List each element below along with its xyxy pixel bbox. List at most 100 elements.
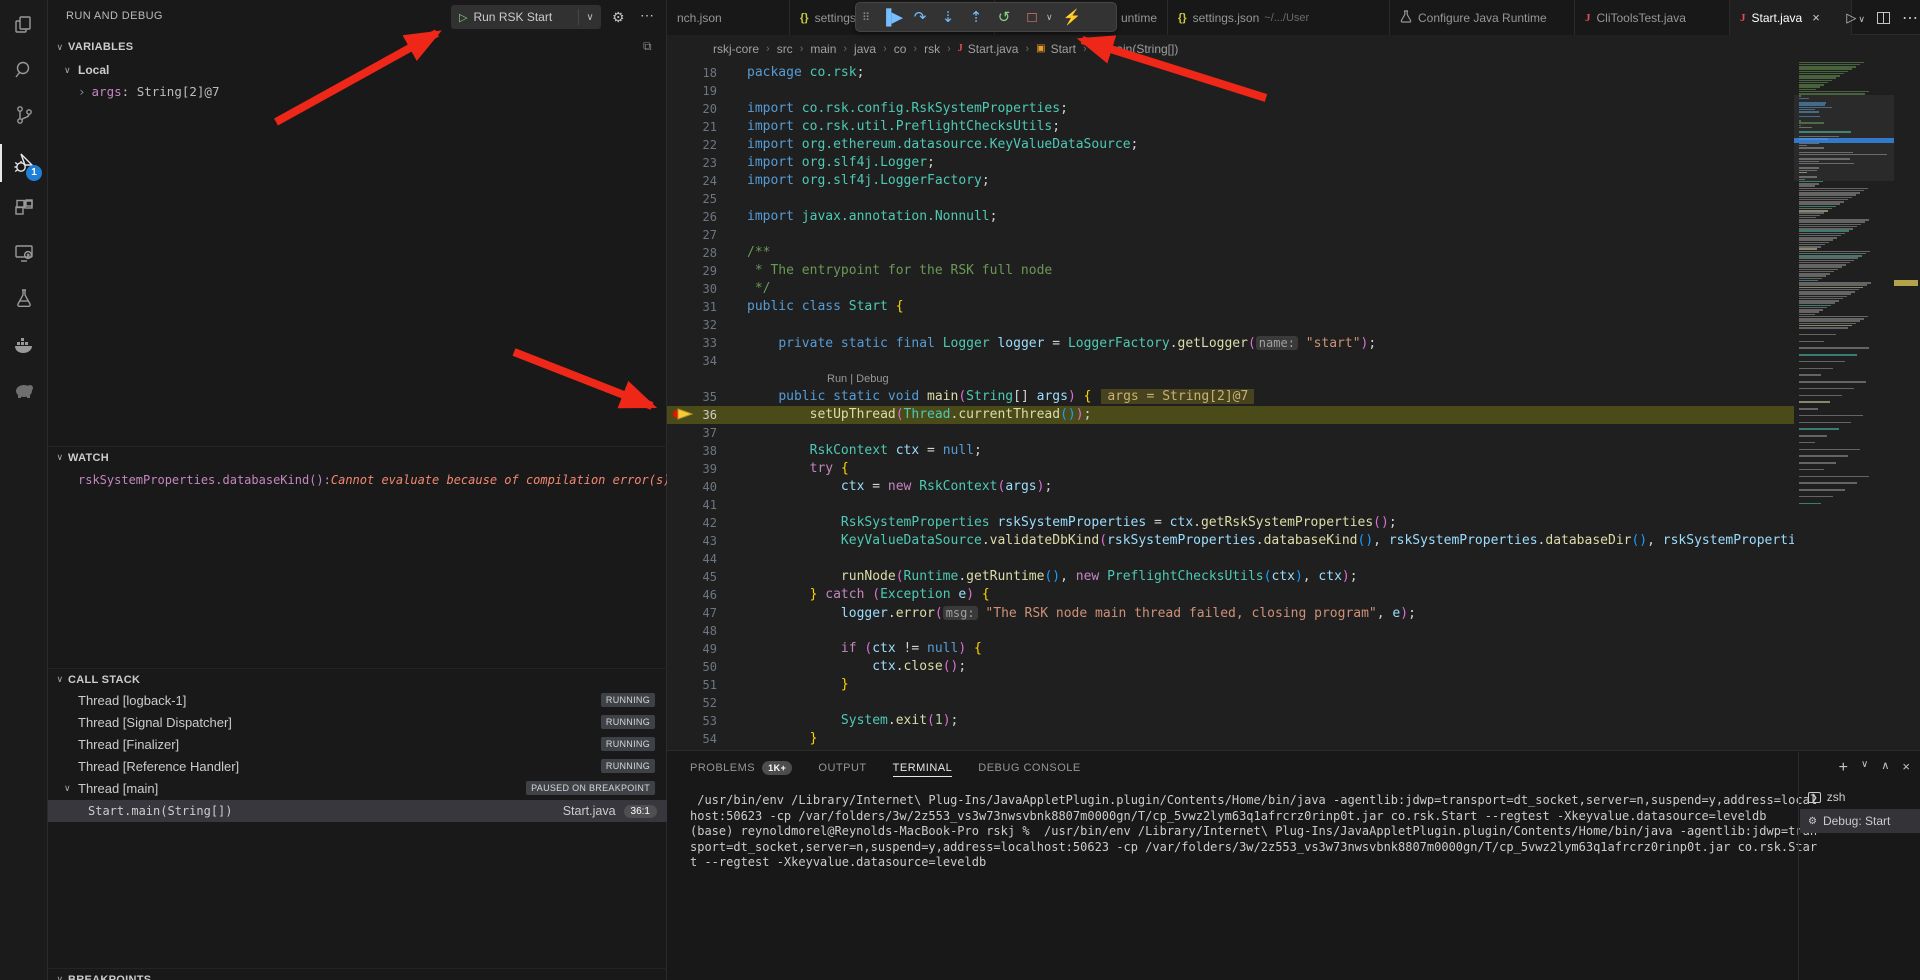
panel-tab-terminal[interactable]: TERMINAL: [893, 762, 953, 777]
breakpoints-section-header[interactable]: ∨ BREAKPOINTS: [48, 968, 667, 980]
line-number[interactable]: 44: [667, 550, 717, 568]
call-stack-thread-row[interactable]: Thread [Reference Handler]RUNNING: [48, 756, 667, 776]
run-and-debug-icon[interactable]: 1: [0, 141, 48, 185]
gear-icon[interactable]: ⚙: [612, 9, 625, 26]
line-number[interactable]: 24: [667, 172, 717, 190]
line-number[interactable]: 31: [667, 298, 717, 316]
breadcrumb-item[interactable]: java: [854, 42, 876, 56]
close-icon[interactable]: ×: [1812, 10, 1820, 25]
line-number[interactable]: 40: [667, 478, 717, 496]
line-number[interactable]: 19: [667, 82, 717, 100]
line-number[interactable]: 22: [667, 136, 717, 154]
restart-icon[interactable]: ↺: [990, 8, 1018, 26]
hot-code-replace-icon[interactable]: ⚡: [1058, 8, 1086, 26]
line-number[interactable]: 32: [667, 316, 717, 334]
line-number[interactable]: 29: [667, 262, 717, 280]
watch-expression-row[interactable]: rskSystemProperties.databaseKind(): Cann…: [48, 470, 667, 490]
search-icon[interactable]: [0, 48, 48, 92]
call-stack-thread-row[interactable]: ∨Thread [main]PAUSED ON BREAKPOINT: [48, 778, 667, 798]
line-number[interactable]: 47: [667, 604, 717, 622]
line-number[interactable]: 53: [667, 712, 717, 730]
call-stack-thread-row[interactable]: Thread [Finalizer]RUNNING: [48, 734, 667, 754]
line-number[interactable]: 51: [667, 676, 717, 694]
more-actions-icon[interactable]: ⋯: [640, 7, 654, 24]
variables-section-header[interactable]: ∨ VARIABLES: [48, 36, 667, 58]
more-actions-icon[interactable]: ⋯: [1902, 8, 1918, 28]
line-number[interactable]: 54: [667, 730, 717, 748]
code-lens-run-debug[interactable]: Run | Debug: [827, 370, 889, 388]
new-terminal-icon[interactable]: +: [1839, 759, 1848, 777]
docker-icon[interactable]: [0, 323, 48, 367]
line-number[interactable]: 48: [667, 622, 717, 640]
stop-icon[interactable]: □: [1018, 9, 1046, 26]
terminal-instance-debug-start[interactable]: ⚙Debug: Start: [1800, 809, 1920, 833]
breadcrumb[interactable]: rskj-core›src›main›java›co›rsk›JStart.ja…: [667, 35, 1920, 62]
line-number[interactable]: 50: [667, 658, 717, 676]
step-into-icon[interactable]: ⇣: [934, 8, 962, 26]
tab-clitoolstest-java[interactable]: JCliToolsTest.java: [1575, 0, 1730, 35]
breadcrumb-item[interactable]: src: [777, 42, 793, 56]
terminal-instance-zsh[interactable]: ❯zsh: [1800, 785, 1920, 809]
breadcrumb-symbol-method[interactable]: main(String[]): [1106, 42, 1178, 56]
line-number[interactable]: 39: [667, 460, 717, 478]
line-number[interactable]: 18: [667, 64, 717, 82]
line-number[interactable]: 28: [667, 244, 717, 262]
line-number[interactable]: 49: [667, 640, 717, 658]
line-number[interactable]: 52: [667, 694, 717, 712]
tab-nch-json[interactable]: nch.json: [667, 0, 790, 35]
scope-local-row[interactable]: ∨ Local: [48, 60, 667, 80]
line-number[interactable]: 37: [667, 424, 717, 442]
line-number[interactable]: 46: [667, 586, 717, 604]
chevron-down-icon[interactable]: ∨: [579, 12, 601, 23]
line-number[interactable]: 45: [667, 568, 717, 586]
variable-args-row[interactable]: › args : String[2]@7: [48, 81, 667, 101]
breadcrumb-item[interactable]: co: [894, 42, 907, 56]
line-number[interactable]: 23: [667, 154, 717, 172]
breadcrumb-item[interactable]: main: [810, 42, 836, 56]
tab-start-java[interactable]: JStart.java×: [1730, 0, 1852, 35]
breadcrumb-item[interactable]: rskj-core: [713, 42, 759, 56]
line-number[interactable]: 35: [667, 388, 717, 406]
line-number[interactable]: 42: [667, 514, 717, 532]
tab-settings-json[interactable]: {}settings.json~/.../User: [1168, 0, 1390, 35]
extensions-icon[interactable]: [0, 186, 48, 230]
terminal-output[interactable]: /usr/bin/env /Library/Internet\ Plug-Ins…: [690, 793, 1795, 871]
drag-handle-icon[interactable]: ⠿: [862, 11, 878, 24]
line-number[interactable]: 43: [667, 532, 717, 550]
explorer-icon[interactable]: [0, 3, 48, 47]
close-panel-icon[interactable]: ×: [1902, 759, 1910, 777]
split-editor-icon[interactable]: [1877, 12, 1890, 24]
panel-tab-debug-console[interactable]: DEBUG CONSOLE: [978, 762, 1080, 776]
call-stack-thread-row[interactable]: Thread [logback-1]RUNNING: [48, 690, 667, 710]
line-number[interactable]: 20: [667, 100, 717, 118]
watch-section-header[interactable]: ∨ WATCH: [48, 446, 667, 468]
gradle-elephant-icon[interactable]: [0, 368, 48, 412]
panel-tab-output[interactable]: OUTPUT: [818, 762, 866, 776]
step-over-icon[interactable]: ↷: [906, 8, 934, 26]
call-stack-thread-row[interactable]: Thread [Signal Dispatcher]RUNNING: [48, 712, 667, 732]
run-file-button[interactable]: ▷∨: [1846, 10, 1865, 26]
panel-tab-problems[interactable]: PROBLEMS1K+: [690, 761, 792, 777]
call-stack-section-header[interactable]: ∨ CALL STACK: [48, 668, 667, 690]
step-out-icon[interactable]: ⇡: [962, 8, 990, 26]
line-number[interactable]: 21: [667, 118, 717, 136]
breadcrumb-symbol-class[interactable]: Start: [1051, 42, 1076, 56]
code-editor[interactable]: 17 */18package co.rsk;1920import co.rsk.…: [667, 44, 1794, 750]
remote-explorer-icon[interactable]: [0, 231, 48, 275]
current-line-breakpoint-arrow-icon[interactable]: [672, 407, 694, 421]
line-number[interactable]: 25: [667, 190, 717, 208]
maximize-panel-icon[interactable]: ∧: [1881, 759, 1889, 777]
line-number[interactable]: 26: [667, 208, 717, 226]
tab-configure-java-runtime[interactable]: Configure Java Runtime: [1390, 0, 1575, 35]
run-config-dropdown[interactable]: ▷ Run RSK Start ∨: [451, 5, 601, 29]
line-number[interactable]: 41: [667, 496, 717, 514]
minimap[interactable]: [1794, 44, 1894, 524]
continue-icon[interactable]: ▐▶: [878, 8, 906, 26]
line-number[interactable]: 30: [667, 280, 717, 298]
breadcrumb-file[interactable]: Start.java: [968, 42, 1019, 56]
source-control-icon[interactable]: [0, 93, 48, 137]
split-terminal-chevron-icon[interactable]: ∨: [1861, 759, 1868, 777]
line-number[interactable]: 38: [667, 442, 717, 460]
breadcrumb-item[interactable]: rsk: [924, 42, 940, 56]
line-number[interactable]: 34: [667, 352, 717, 370]
